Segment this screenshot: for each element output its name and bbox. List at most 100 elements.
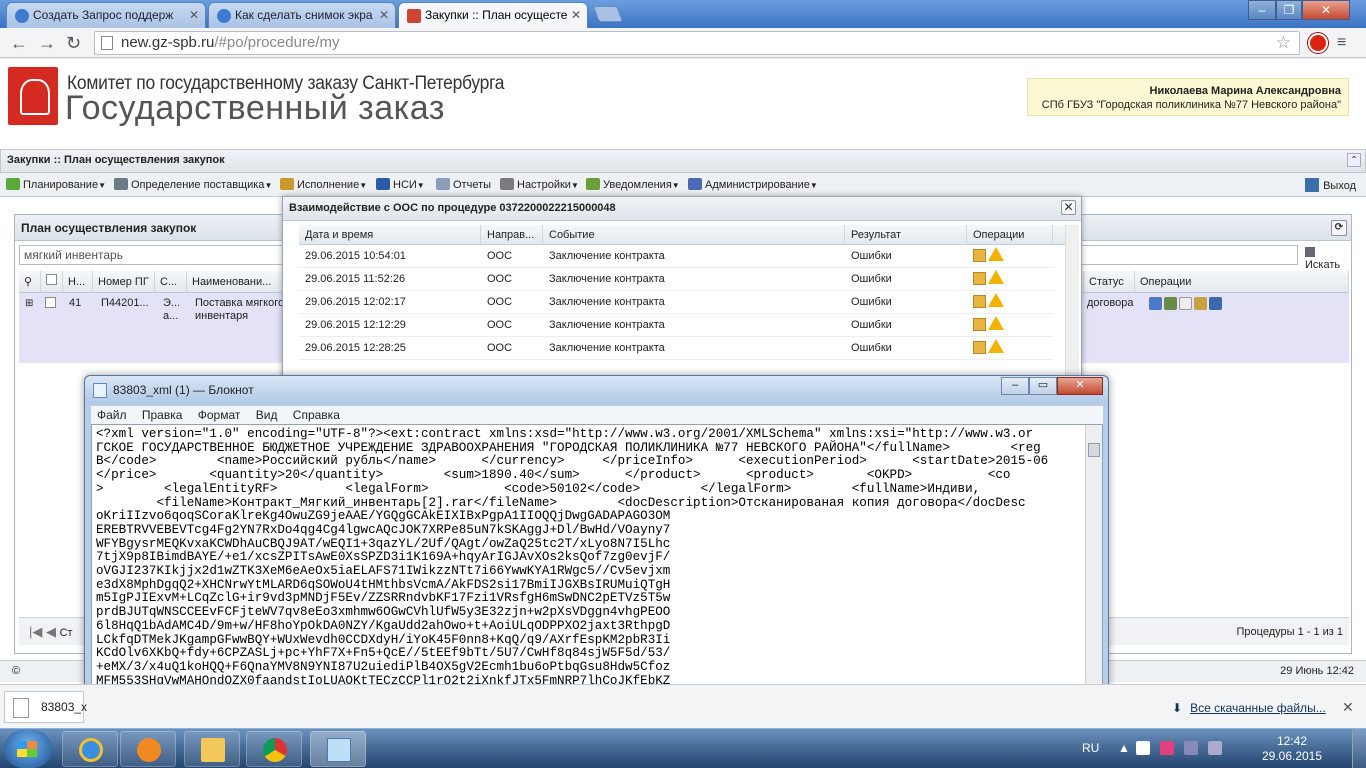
col-s[interactable]: С... <box>155 271 187 293</box>
new-tab-button[interactable] <box>593 6 623 22</box>
emblem-icon[interactable] <box>1194 297 1207 310</box>
package-icon[interactable] <box>973 249 986 262</box>
start-button[interactable] <box>4 730 52 768</box>
scroll-thumb[interactable] <box>1088 443 1100 457</box>
taskbar-notepad[interactable] <box>310 731 366 767</box>
back-arrow-icon[interactable]: ← <box>10 33 28 53</box>
expand-icon[interactable]: ⊞ <box>25 297 33 310</box>
show-desktop-button[interactable] <box>1352 729 1366 768</box>
heart-app-icon[interactable] <box>1160 741 1174 755</box>
refresh-icon[interactable]: ⟳ <box>1331 220 1347 236</box>
pager-nav[interactable]: |◀ ◀ Ст <box>29 624 73 640</box>
flag-icon[interactable] <box>1136 741 1150 755</box>
bookmark-star-icon[interactable]: ☆ <box>1276 32 1291 54</box>
col-datetime[interactable]: Дата и время <box>299 225 481 245</box>
minimize-window-button[interactable]: – <box>1248 0 1276 20</box>
warning-icon[interactable] <box>988 316 1004 330</box>
col-event[interactable]: Событие <box>543 225 845 245</box>
maximize-button[interactable]: ▭ <box>1029 377 1057 395</box>
browser-menu-icon[interactable]: ≡ <box>1337 34 1346 52</box>
menu-edit[interactable]: Правка <box>142 408 183 422</box>
minimize-button[interactable]: – <box>1001 377 1029 395</box>
menu-reports[interactable]: Отчеты <box>436 178 491 191</box>
close-downloads-icon[interactable]: ✕ <box>1342 699 1354 716</box>
warning-icon[interactable] <box>988 247 1004 261</box>
extension-icon[interactable] <box>1308 33 1328 53</box>
logout-button[interactable]: Выход <box>1305 178 1356 192</box>
address-bar[interactable]: new.gz-spb.ru/#po/procedure/my ☆ <box>94 31 1300 55</box>
menu-planning[interactable]: Планирование▼ <box>6 178 106 191</box>
download-item[interactable]: 83803_x <box>4 691 87 723</box>
package-icon[interactable] <box>973 272 986 285</box>
package-icon[interactable] <box>973 318 986 331</box>
menu-settings[interactable]: Настройки▼ <box>500 178 579 191</box>
row-checkbox[interactable] <box>45 297 56 312</box>
network-icon[interactable] <box>1184 741 1198 755</box>
package-icon[interactable] <box>973 341 986 354</box>
forward-arrow-icon[interactable]: → <box>38 33 56 53</box>
tray-arrow-icon[interactable]: ▲ <box>1118 741 1130 755</box>
col-result[interactable]: Результат <box>845 225 967 245</box>
browser-tab-2[interactable]: Как сделать снимок экра ✕ <box>208 2 396 28</box>
package-icon[interactable] <box>973 295 986 308</box>
cell-result: Ошибки <box>851 342 892 354</box>
close-button[interactable]: ✕ <box>1057 377 1103 395</box>
taskbar-ie[interactable] <box>62 731 118 767</box>
table-row[interactable]: 29.06.2015 12:02:17 ООС Заключение контр… <box>299 291 1053 314</box>
menu-view[interactable]: Вид <box>256 408 278 422</box>
cell-event: Заключение контракта <box>549 296 665 308</box>
menu-notifications[interactable]: Уведомления▼ <box>586 178 680 191</box>
menu-supplier[interactable]: Определение поставщика▼ <box>114 178 272 191</box>
col-operations[interactable]: Операции <box>1135 271 1349 293</box>
chart-icon[interactable] <box>1149 297 1162 310</box>
col-name[interactable]: Наименовани... <box>187 271 297 293</box>
table-row[interactable]: 29.06.2015 12:12:29 ООС Заключение контр… <box>299 314 1053 337</box>
language-indicator[interactable]: RU <box>1082 741 1099 755</box>
clock[interactable]: 12:42 29.06.2015 <box>1252 734 1332 764</box>
close-tab-icon[interactable]: ✕ <box>571 3 581 27</box>
filter-icon[interactable]: ⚲ <box>19 271 41 293</box>
text-line: KCdOlv6XKbQ+fdy+6CPZASLj+pc+YhF7X+Fn5+Qc… <box>96 646 671 661</box>
volume-icon[interactable] <box>1208 741 1222 755</box>
search-button[interactable]: Искать <box>1305 247 1351 271</box>
url-path: /#po/procedure/my <box>214 34 340 51</box>
taskbar-explorer[interactable] <box>184 731 240 767</box>
dialog-close-button[interactable]: ✕ <box>1061 200 1076 215</box>
taskbar-media[interactable] <box>120 731 176 767</box>
gear-icon[interactable] <box>1164 297 1177 310</box>
tab-title: Закупки :: План осущесте <box>425 8 568 22</box>
menu-execution[interactable]: Исполнение▼ <box>280 178 367 191</box>
menu-nsi[interactable]: НСИ▼ <box>376 178 425 191</box>
collapse-icon[interactable]: ⌃ <box>1347 153 1361 167</box>
document-icon[interactable] <box>1179 297 1192 310</box>
table-row[interactable]: 29.06.2015 10:54:01 ООС Заключение контр… <box>299 245 1053 268</box>
menu-administration[interactable]: Администрирование▼ <box>688 178 818 191</box>
table-row[interactable]: 29.06.2015 11:52:26 ООС Заключение контр… <box>299 268 1053 291</box>
table-row[interactable]: 29.06.2015 12:28:25 ООС Заключение контр… <box>299 337 1053 360</box>
warning-icon[interactable] <box>988 270 1004 284</box>
taskbar-chrome[interactable] <box>246 731 302 767</box>
menu-help[interactable]: Справка <box>293 408 340 422</box>
book-icon <box>376 178 390 190</box>
browser-tab-3[interactable]: Закупки :: План осущесте ✕ <box>398 2 588 29</box>
browser-tab-1[interactable]: Создать Запрос поддерж ✕ <box>6 2 206 28</box>
close-tab-icon[interactable]: ✕ <box>379 3 389 27</box>
show-all-downloads-link[interactable]: ⬇ Все скачанные файлы... <box>1172 701 1326 715</box>
notepad-title-bar[interactable]: 83803_xml (1) — Блокнот – ▭ ✕ <box>85 376 1108 404</box>
close-tab-icon[interactable]: ✕ <box>189 3 199 27</box>
dialog-scrollbar[interactable] <box>1065 225 1079 385</box>
col-dialog-operations[interactable]: Операции <box>967 225 1053 245</box>
warning-icon[interactable] <box>988 339 1004 353</box>
col-num[interactable]: Н... <box>63 271 93 293</box>
maximize-window-button[interactable]: ❐ <box>1276 0 1302 20</box>
col-number[interactable]: Номер ПГ <box>93 271 155 293</box>
menu-file[interactable]: Файл <box>97 408 127 422</box>
col-status[interactable]: Статус <box>1083 271 1135 293</box>
select-all-checkbox[interactable] <box>41 271 63 293</box>
reload-icon[interactable]: ↻ <box>66 33 81 53</box>
menu-format[interactable]: Формат <box>198 408 241 422</box>
col-direction[interactable]: Направ... <box>481 225 543 245</box>
close-window-button[interactable]: ✕ <box>1302 0 1350 20</box>
save-icon[interactable] <box>1209 297 1222 310</box>
warning-icon[interactable] <box>988 293 1004 307</box>
